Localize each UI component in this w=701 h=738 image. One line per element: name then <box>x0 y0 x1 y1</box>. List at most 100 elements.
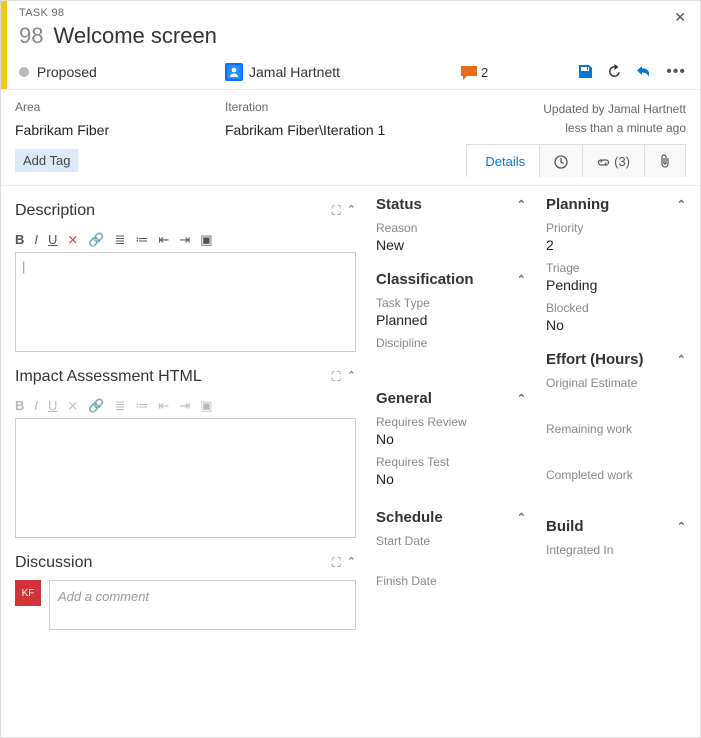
indent-icon[interactable]: ⇥ <box>179 232 190 248</box>
original-estimate-value[interactable] <box>546 392 686 408</box>
bullet-list-icon[interactable]: ≣ <box>115 398 126 414</box>
comment-count[interactable]: 2 <box>461 64 488 81</box>
classification-heading: Classification <box>376 271 474 288</box>
image-icon[interactable]: ▣ <box>200 398 212 414</box>
remove-format-icon[interactable]: ⨯ <box>67 232 78 248</box>
link-icon <box>597 154 610 169</box>
triage-label: Triage <box>546 261 686 275</box>
number-list-icon[interactable]: ≔ <box>135 232 148 248</box>
test-label: Requires Test <box>376 455 526 469</box>
rte-toolbar-description: B I U ⨯ 🔗 ≣ ≔ ⇤ ⇥ ▣ <box>15 228 356 252</box>
italic-icon[interactable]: I <box>34 398 38 414</box>
fullscreen-icon[interactable]: ⛶ <box>332 555 341 571</box>
collapse-icon[interactable]: ⌃ <box>347 203 356 219</box>
original-estimate-label: Original Estimate <box>546 376 686 390</box>
history-icon <box>554 154 568 170</box>
add-tag-button[interactable]: Add Tag <box>15 149 78 172</box>
remaining-work-value[interactable] <box>546 438 686 454</box>
startdate-value[interactable] <box>376 550 526 566</box>
collapse-icon[interactable]: ⌃ <box>677 353 686 366</box>
underline-icon[interactable]: U <box>48 232 57 248</box>
completed-work-value[interactable] <box>546 484 686 500</box>
bullet-list-icon[interactable]: ≣ <box>115 232 126 248</box>
tab-history[interactable] <box>540 145 583 177</box>
save-icon[interactable] <box>578 63 593 81</box>
startdate-label: Start Date <box>376 534 526 548</box>
state-field[interactable]: Proposed <box>19 64 219 80</box>
collapse-icon[interactable]: ⌃ <box>677 198 686 211</box>
reason-label: Reason <box>376 221 526 235</box>
close-icon[interactable]: ✕ <box>674 9 686 26</box>
link-tool-icon[interactable]: 🔗 <box>88 398 104 414</box>
collapse-icon[interactable]: ⌃ <box>517 511 526 524</box>
tab-links[interactable]: (3) <box>583 145 645 177</box>
description-heading: Description <box>15 202 95 220</box>
assignee-name: Jamal Hartnett <box>249 64 340 80</box>
finishdate-label: Finish Date <box>376 574 526 588</box>
priority-label: Priority <box>546 221 686 235</box>
links-count: (3) <box>614 154 630 169</box>
state-value: Proposed <box>37 64 97 80</box>
assignee-field[interactable]: Jamal Hartnett <box>225 63 425 81</box>
collapse-icon[interactable]: ⌃ <box>677 520 686 533</box>
indent-icon[interactable]: ⇥ <box>179 398 190 414</box>
planning-heading: Planning <box>546 196 609 213</box>
current-user-avatar: KF <box>15 580 41 606</box>
tab-attachments[interactable] <box>645 145 685 177</box>
collapse-icon[interactable]: ⌃ <box>517 273 526 286</box>
collapse-icon[interactable]: ⌃ <box>517 392 526 405</box>
effort-heading: Effort (Hours) <box>546 351 644 368</box>
collapse-icon[interactable]: ⌃ <box>517 198 526 211</box>
remove-format-icon[interactable]: ⨯ <box>67 398 78 414</box>
outdent-icon[interactable]: ⇤ <box>158 232 169 248</box>
test-value[interactable]: No <box>376 471 526 487</box>
number-list-icon[interactable]: ≔ <box>135 398 148 414</box>
rte-toolbar-impact: B I U ⨯ 🔗 ≣ ≔ ⇤ ⇥ ▣ <box>15 394 356 418</box>
description-input[interactable]: | <box>15 252 356 352</box>
bold-icon[interactable]: B <box>15 398 24 414</box>
comment-count-value: 2 <box>481 65 488 80</box>
triage-value[interactable]: Pending <box>546 277 686 293</box>
collapse-icon[interactable]: ⌃ <box>347 555 356 571</box>
outdent-icon[interactable]: ⇤ <box>158 398 169 414</box>
general-heading: General <box>376 390 432 407</box>
tasktype-value[interactable]: Planned <box>376 312 526 328</box>
comment-input[interactable]: Add a comment <box>49 580 356 630</box>
discipline-value[interactable] <box>376 352 526 368</box>
avatar-icon <box>225 63 243 81</box>
discipline-label: Discipline <box>376 336 526 350</box>
work-item-type: TASK 98 <box>19 7 686 19</box>
refresh-icon[interactable] <box>607 63 622 81</box>
reason-value[interactable]: New <box>376 237 526 253</box>
integrated-in-label: Integrated In <box>546 543 686 557</box>
blocked-label: Blocked <box>546 301 686 315</box>
priority-value[interactable]: 2 <box>546 237 686 253</box>
status-heading: Status <box>376 196 422 213</box>
tasktype-label: Task Type <box>376 296 526 310</box>
fullscreen-icon[interactable]: ⛶ <box>332 203 341 219</box>
build-heading: Build <box>546 518 584 535</box>
state-dot-icon <box>19 67 29 77</box>
impact-input[interactable] <box>15 418 356 538</box>
work-item-title[interactable]: Welcome screen <box>53 23 216 49</box>
collapse-icon[interactable]: ⌃ <box>347 369 356 385</box>
link-tool-icon[interactable]: 🔗 <box>88 232 104 248</box>
area-label: Area <box>15 100 225 114</box>
area-value[interactable]: Fabrikam Fiber <box>15 122 225 138</box>
blocked-value[interactable]: No <box>546 317 686 333</box>
image-icon[interactable]: ▣ <box>200 232 212 248</box>
review-label: Requires Review <box>376 415 526 429</box>
schedule-heading: Schedule <box>376 509 443 526</box>
iteration-value[interactable]: Fabrikam Fiber\Iteration 1 <box>225 122 435 138</box>
comment-icon <box>461 64 477 81</box>
more-actions-icon[interactable]: ••• <box>666 63 686 81</box>
italic-icon[interactable]: I <box>34 232 38 248</box>
undo-icon[interactable] <box>636 63 652 81</box>
updated-when: less than a minute ago <box>543 119 686 138</box>
underline-icon[interactable]: U <box>48 398 57 414</box>
review-value[interactable]: No <box>376 431 526 447</box>
tab-details[interactable]: Details <box>467 145 540 178</box>
bold-icon[interactable]: B <box>15 232 24 248</box>
completed-work-label: Completed work <box>546 468 686 482</box>
fullscreen-icon[interactable]: ⛶ <box>332 369 341 385</box>
